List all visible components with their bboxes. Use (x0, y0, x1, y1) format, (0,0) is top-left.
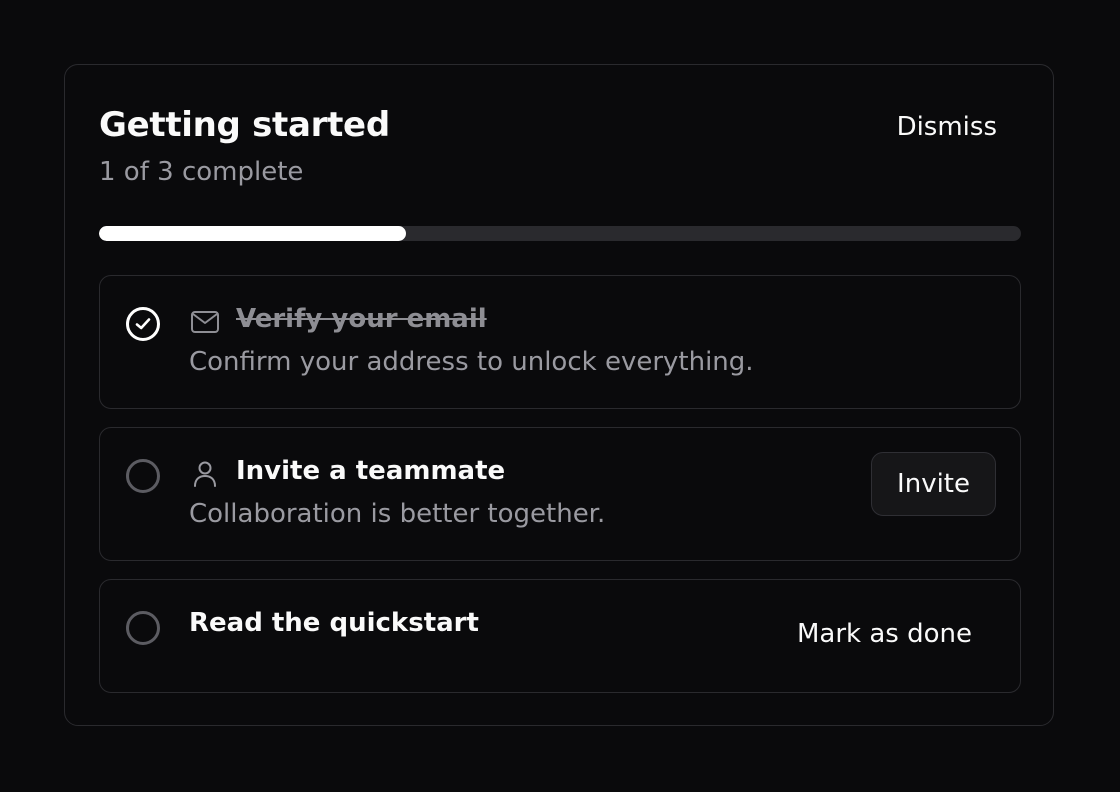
mail-icon (191, 311, 219, 333)
dismiss-button[interactable]: Dismiss (897, 109, 997, 145)
progress-bar (99, 226, 1021, 241)
task-description: Confirm your address to unlock everythin… (189, 347, 754, 377)
mark-as-done-button[interactable]: Mark as done (797, 616, 972, 652)
user-icon (194, 461, 216, 487)
task-title: Verify your email (236, 304, 487, 334)
task-checkbox[interactable] (126, 611, 160, 645)
progress-summary: 1 of 3 complete (99, 157, 304, 187)
check-icon (135, 318, 151, 330)
task-title: Read the quickstart (189, 608, 479, 638)
card-title: Getting started (99, 105, 390, 145)
task-title: Invite a teammate (236, 456, 506, 486)
task-description: Collaboration is better together. (189, 499, 606, 529)
invite-button[interactable]: Invite (871, 452, 996, 516)
task-item-read-quickstart: Read the quickstart Mark as done (99, 579, 1021, 693)
progress-bar-fill (99, 226, 407, 241)
task-checkbox-checked[interactable] (126, 307, 160, 341)
getting-started-card: Getting started 1 of 3 complete Dismiss … (64, 64, 1054, 726)
task-checkbox[interactable] (126, 459, 160, 493)
task-item-invite-teammate: Invite a teammate Collaboration is bette… (99, 427, 1021, 561)
task-item-verify-email: Verify your email Confirm your address t… (99, 275, 1021, 409)
